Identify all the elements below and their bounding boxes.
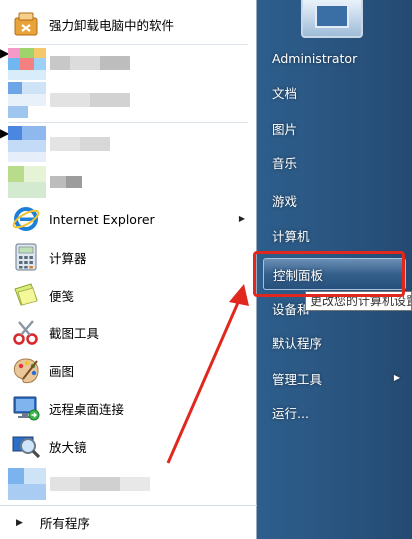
annotation-arrow-icon [166, 284, 249, 464]
